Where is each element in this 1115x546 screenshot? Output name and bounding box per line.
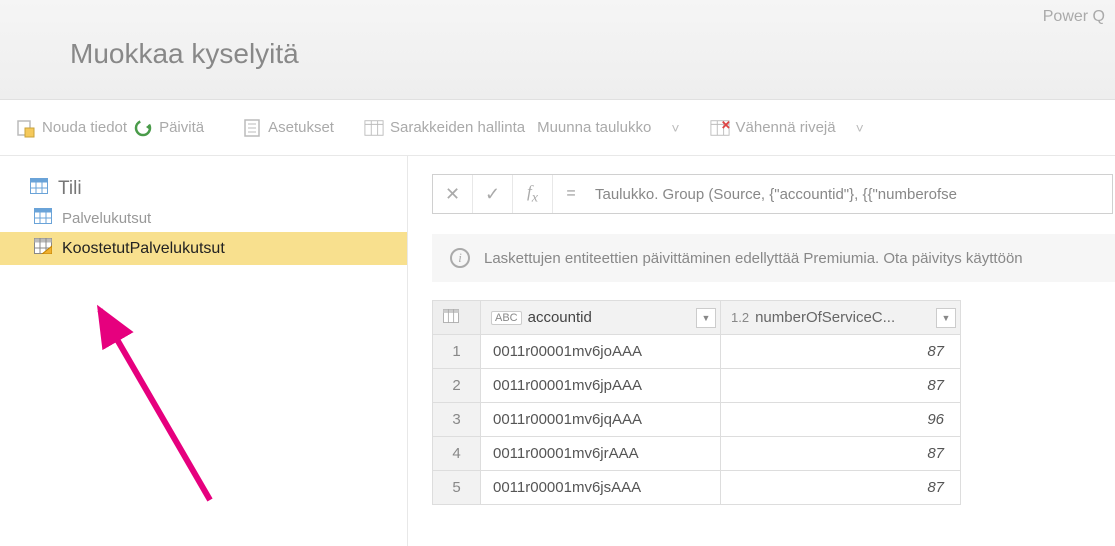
premium-info-bar: i Laskettujen entiteettien päivittäminen… <box>432 234 1115 282</box>
queries-sidebar: Tili Palvelukutsut KoostetutPalvelukutsu… <box>0 156 408 546</box>
table-row[interactable]: 10011r00001mv6joAAA87 <box>433 335 961 369</box>
refresh-label: Päivitä <box>159 119 204 136</box>
formula-input[interactable]: Taulukko. Group (Source, {"accountid"}, … <box>589 186 1112 203</box>
transform-table-label: Muunna taulukko <box>537 119 651 136</box>
x-icon: ✕ <box>445 184 460 205</box>
column-management-label: Sarakkeiden hallinta <box>390 119 525 136</box>
cell-value[interactable]: 87 <box>721 335 961 369</box>
get-data-button[interactable]: Nouda tiedot <box>10 114 133 142</box>
chevron-down-icon: ▼ <box>702 313 711 323</box>
column-filter-button[interactable]: ▼ <box>696 308 716 328</box>
cell-accountid[interactable]: 0011r00001mv6jrAAA <box>481 437 721 471</box>
table-row[interactable]: 30011r00001mv6jqAAA96 <box>433 403 961 437</box>
column-label: accountid <box>528 309 592 326</box>
formula-cancel-button[interactable]: ✕ <box>433 175 473 213</box>
table-columns-icon <box>364 118 384 138</box>
query-item-tili[interactable]: Tili <box>0 174 407 204</box>
refresh-button[interactable]: Päivitä <box>127 114 210 142</box>
row-number: 3 <box>433 403 481 437</box>
column-filter-button[interactable]: ▼ <box>936 308 956 328</box>
chevron-down-icon: ▼ <box>942 313 951 323</box>
content-pane: ✕ ✓ fx = Taulukko. Group (Source, {"acco… <box>408 156 1115 546</box>
settings-icon <box>242 118 262 138</box>
reduce-rows-label: Vähennä rivejä <box>736 119 836 136</box>
get-data-icon <box>16 118 36 138</box>
header-bar: Power Q Muokkaa kyselyitä <box>0 0 1115 100</box>
fx-icon: fx <box>527 182 538 206</box>
table-icon <box>30 178 48 200</box>
table-row[interactable]: 40011r00001mv6jrAAA87 <box>433 437 961 471</box>
column-header-numberofservice[interactable]: 1.2 numberOfServiceC... ▼ <box>721 301 961 335</box>
query-item-koostetut[interactable]: KoostetutPalvelukutsut <box>0 232 407 265</box>
row-number: 4 <box>433 437 481 471</box>
row-number: 5 <box>433 471 481 505</box>
query-label: Tili <box>58 178 82 200</box>
table-row[interactable]: 20011r00001mv6jpAAA87 <box>433 369 961 403</box>
cell-accountid[interactable]: 0011r00001mv6joAAA <box>481 335 721 369</box>
data-preview-table: ABC accountid ▼ 1.2 numberOfServiceC... <box>432 300 961 505</box>
cell-value[interactable]: 87 <box>721 437 961 471</box>
settings-label: Asetukset <box>268 119 334 136</box>
info-message: Laskettujen entiteettien päivittäminen e… <box>484 250 1023 267</box>
app-brand-label: Power Q <box>1043 8 1105 26</box>
chevron-down-icon[interactable]: ˅ <box>850 120 870 136</box>
query-label: Palvelukutsut <box>62 210 151 227</box>
toolbar: Nouda tiedot Päivitä Asetukset Sarakkeid… <box>0 100 1115 156</box>
reduce-rows-button[interactable]: Vähennä rivejä <box>704 114 842 142</box>
cell-value[interactable]: 87 <box>721 471 961 505</box>
formula-commit-button[interactable]: ✓ <box>473 175 513 213</box>
rownum-header[interactable] <box>433 301 481 335</box>
check-icon: ✓ <box>485 184 500 205</box>
chevron-down-icon[interactable]: ˅ <box>665 120 685 136</box>
main-area: Tili Palvelukutsut KoostetutPalvelukutsu… <box>0 156 1115 546</box>
row-number: 2 <box>433 369 481 403</box>
table-icon <box>34 208 52 228</box>
cell-accountid[interactable]: 0011r00001mv6jqAAA <box>481 403 721 437</box>
cell-value[interactable]: 96 <box>721 403 961 437</box>
query-label: KoostetutPalvelukutsut <box>62 240 225 258</box>
refresh-icon <box>133 118 153 138</box>
get-data-label: Nouda tiedot <box>42 119 127 136</box>
table-row[interactable]: 50011r00001mv6jsAAA87 <box>433 471 961 505</box>
page-title: Muokkaa kyselyitä <box>20 0 1095 70</box>
table-remove-icon <box>710 118 730 138</box>
formula-bar: ✕ ✓ fx = Taulukko. Group (Source, {"acco… <box>432 174 1113 214</box>
table-corner-icon <box>443 310 459 327</box>
column-management-button[interactable]: Sarakkeiden hallinta <box>358 114 531 142</box>
query-item-palvelukutsut[interactable]: Palvelukutsut <box>0 204 407 232</box>
cell-accountid[interactable]: 0011r00001mv6jsAAA <box>481 471 721 505</box>
equals-label: = <box>553 185 589 203</box>
datatype-decimal-icon: 1.2 <box>731 310 749 325</box>
transform-table-button[interactable]: Muunna taulukko <box>531 115 657 140</box>
settings-button[interactable]: Asetukset <box>236 114 340 142</box>
info-icon: i <box>450 248 470 268</box>
formula-fx-button[interactable]: fx <box>513 175 553 213</box>
column-header-accountid[interactable]: ABC accountid ▼ <box>481 301 721 335</box>
column-label: numberOfServiceC... <box>755 309 895 326</box>
row-number: 1 <box>433 335 481 369</box>
cell-value[interactable]: 87 <box>721 369 961 403</box>
datatype-text-icon: ABC <box>491 311 522 325</box>
computed-table-icon <box>34 238 52 259</box>
cell-accountid[interactable]: 0011r00001mv6jpAAA <box>481 369 721 403</box>
